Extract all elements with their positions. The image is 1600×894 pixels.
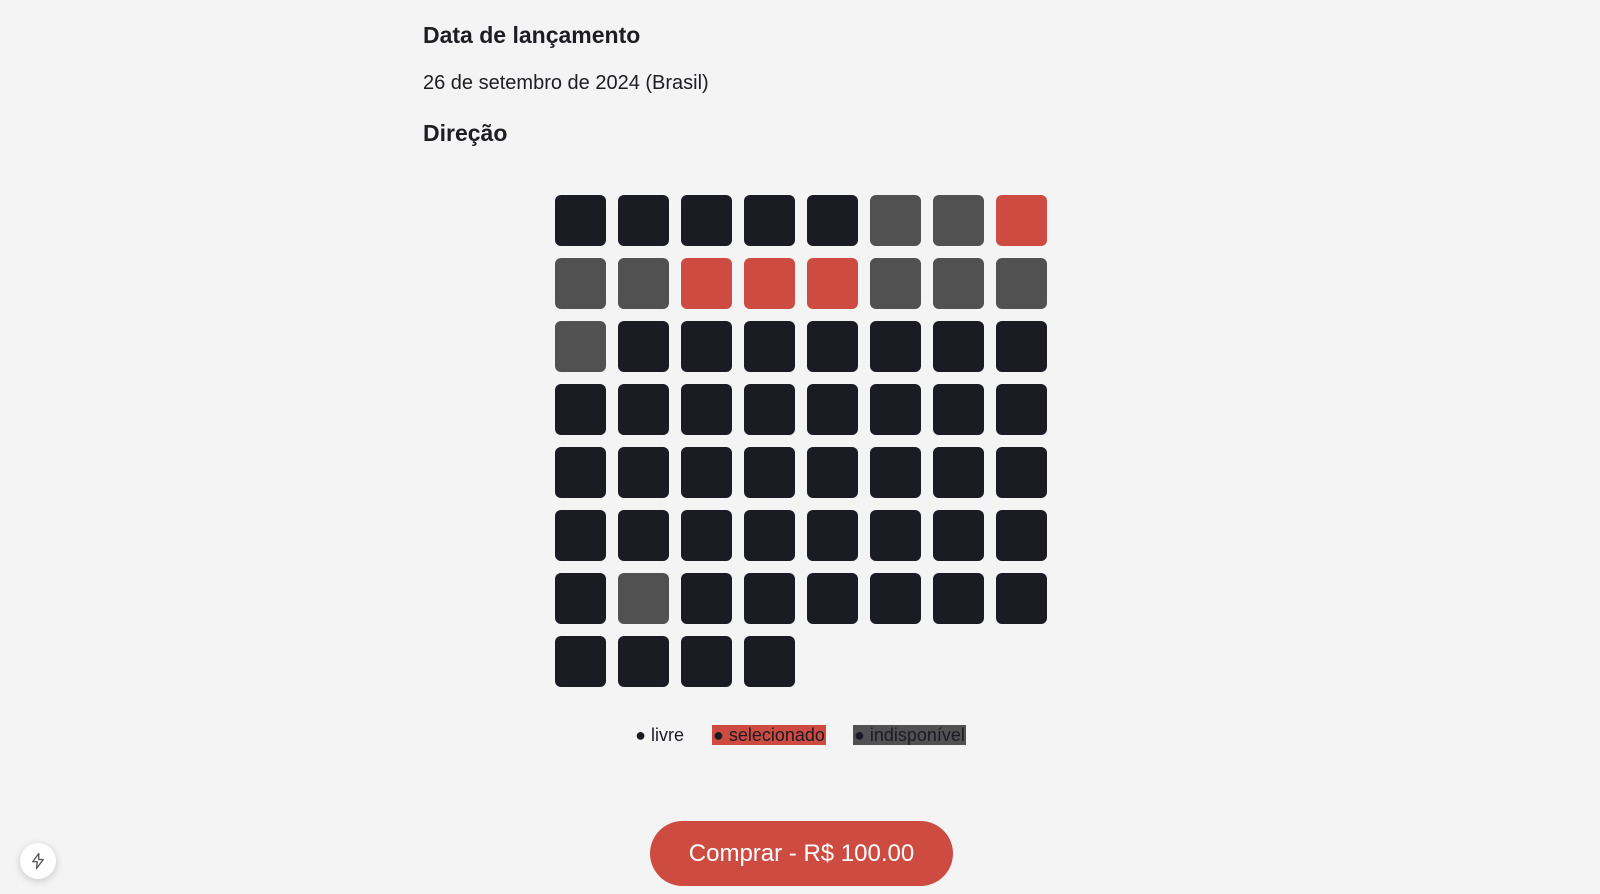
seat-26[interactable] <box>618 384 669 435</box>
seat-15 <box>933 258 984 309</box>
seat-legend: ● livre ● selecionado ● indisponível <box>0 725 1600 745</box>
seat-46[interactable] <box>870 510 921 561</box>
seat-9 <box>555 258 606 309</box>
seat-38[interactable] <box>870 447 921 498</box>
seat-32[interactable] <box>996 384 1047 435</box>
seat-48[interactable] <box>996 510 1047 561</box>
release-date-value: 26 de setembro de 2024 (Brasil) <box>423 72 709 94</box>
seat-28[interactable] <box>744 384 795 435</box>
seat-7 <box>933 195 984 246</box>
seat-4[interactable] <box>744 195 795 246</box>
seat-19[interactable] <box>681 321 732 372</box>
seat-55[interactable] <box>933 573 984 624</box>
seat-30[interactable] <box>870 384 921 435</box>
seat-25[interactable] <box>555 384 606 435</box>
seat-49[interactable] <box>555 573 606 624</box>
seat-53[interactable] <box>807 573 858 624</box>
seat-43[interactable] <box>681 510 732 561</box>
seat-6 <box>870 195 921 246</box>
seat-12[interactable] <box>744 258 795 309</box>
seat-57[interactable] <box>555 636 606 687</box>
lightning-icon <box>32 852 44 870</box>
seat-14 <box>870 258 921 309</box>
seat-33[interactable] <box>555 447 606 498</box>
seat-3[interactable] <box>681 195 732 246</box>
seat-24[interactable] <box>996 321 1047 372</box>
seat-map <box>555 195 1047 687</box>
seat-20[interactable] <box>744 321 795 372</box>
seat-40[interactable] <box>996 447 1047 498</box>
seat-1[interactable] <box>555 195 606 246</box>
seat-37[interactable] <box>807 447 858 498</box>
legend-selected: ● selecionado <box>712 725 826 745</box>
seat-16 <box>996 258 1047 309</box>
seat-39[interactable] <box>933 447 984 498</box>
seat-29[interactable] <box>807 384 858 435</box>
seat-11[interactable] <box>681 258 732 309</box>
seat-44[interactable] <box>744 510 795 561</box>
seat-27[interactable] <box>681 384 732 435</box>
seat-60[interactable] <box>744 636 795 687</box>
page: Data de lançamento 26 de setembro de 202… <box>0 0 1600 894</box>
seat-8[interactable] <box>996 195 1047 246</box>
buy-button[interactable]: Comprar - R$ 100.00 <box>650 821 953 886</box>
seat-42[interactable] <box>618 510 669 561</box>
seat-18[interactable] <box>618 321 669 372</box>
direction-heading: Direção <box>423 120 508 146</box>
legend-unavailable: ● indisponível <box>852 725 966 745</box>
seat-2[interactable] <box>618 195 669 246</box>
seat-59[interactable] <box>681 636 732 687</box>
seat-22[interactable] <box>870 321 921 372</box>
seat-31[interactable] <box>933 384 984 435</box>
seat-50 <box>618 573 669 624</box>
legend-free: ● livre <box>635 725 684 745</box>
seat-51[interactable] <box>681 573 732 624</box>
seat-5[interactable] <box>807 195 858 246</box>
seat-58[interactable] <box>618 636 669 687</box>
seat-21[interactable] <box>807 321 858 372</box>
floating-action-button[interactable] <box>20 843 56 879</box>
seat-34[interactable] <box>618 447 669 498</box>
seat-47[interactable] <box>933 510 984 561</box>
seat-45[interactable] <box>807 510 858 561</box>
seat-41[interactable] <box>555 510 606 561</box>
seat-56[interactable] <box>996 573 1047 624</box>
seat-10 <box>618 258 669 309</box>
seat-13[interactable] <box>807 258 858 309</box>
release-date-heading: Data de lançamento <box>423 22 641 48</box>
seat-17 <box>555 321 606 372</box>
seat-35[interactable] <box>681 447 732 498</box>
seat-54[interactable] <box>870 573 921 624</box>
seat-52[interactable] <box>744 573 795 624</box>
seat-36[interactable] <box>744 447 795 498</box>
seat-23[interactable] <box>933 321 984 372</box>
